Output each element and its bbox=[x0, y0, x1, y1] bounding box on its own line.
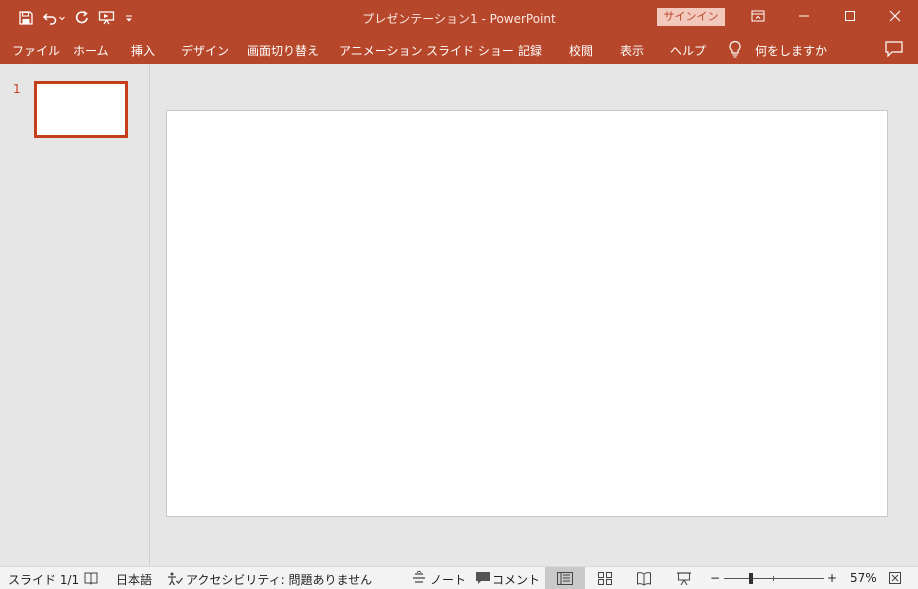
normal-view-icon bbox=[556, 571, 574, 589]
zoom-percentage[interactable]: 57% bbox=[850, 571, 877, 585]
zoom-slider-handle[interactable] bbox=[749, 573, 753, 584]
status-bar: スライド 1/1 日本語 アクセシビリティ: 問題ありません ノート コメント … bbox=[0, 566, 918, 589]
slide-canvas[interactable] bbox=[166, 110, 888, 517]
comments-button[interactable]: コメント bbox=[492, 571, 540, 588]
minimize-icon bbox=[798, 10, 810, 25]
maximize-icon bbox=[844, 10, 856, 25]
spelling-check-icon[interactable] bbox=[83, 571, 99, 589]
slide-thumbnail-number: 1 bbox=[13, 82, 21, 96]
fit-to-window-icon[interactable] bbox=[888, 571, 902, 589]
slide-show-icon[interactable] bbox=[676, 571, 692, 589]
tab-record[interactable]: 記録 bbox=[518, 42, 542, 59]
comments-status-icon bbox=[475, 571, 491, 589]
slide-thumbnail[interactable] bbox=[34, 81, 128, 138]
close-icon bbox=[889, 10, 901, 25]
slide-counter: スライド 1/1 bbox=[8, 573, 80, 587]
notes-button[interactable]: ノート bbox=[430, 571, 466, 588]
language-indicator[interactable]: 日本語 bbox=[116, 571, 152, 588]
close-button[interactable] bbox=[872, 0, 918, 34]
tab-insert[interactable]: 挿入 bbox=[131, 42, 155, 59]
zoom-in-button[interactable]: + bbox=[827, 571, 837, 585]
sign-in-button[interactable]: サインイン bbox=[657, 8, 725, 26]
notes-icon bbox=[412, 570, 426, 589]
ribbon-display-options-button[interactable] bbox=[735, 0, 781, 34]
tab-file[interactable]: ファイル bbox=[12, 42, 60, 59]
slide-sorter-icon[interactable] bbox=[597, 571, 613, 589]
tab-transitions[interactable]: 画面切り替え bbox=[247, 42, 319, 59]
tab-home[interactable]: ホーム bbox=[73, 42, 109, 59]
lightbulb-icon[interactable] bbox=[728, 40, 742, 61]
tab-design[interactable]: デザイン bbox=[181, 42, 229, 59]
minimize-button[interactable] bbox=[781, 0, 827, 34]
title-bar: プレゼンテーション1 - PowerPoint サインイン bbox=[0, 0, 918, 36]
tab-view[interactable]: 表示 bbox=[620, 42, 644, 59]
zoom-center-tick bbox=[773, 576, 774, 581]
tab-animations[interactable]: アニメーション bbox=[339, 42, 423, 59]
tab-review[interactable]: 校閲 bbox=[569, 42, 593, 59]
accessibility-status[interactable]: アクセシビリティ: 問題ありません bbox=[186, 571, 372, 588]
accessibility-icon[interactable] bbox=[166, 571, 184, 589]
maximize-button[interactable] bbox=[827, 0, 873, 34]
ribbon-display-options-icon bbox=[750, 9, 766, 26]
zoom-slider[interactable] bbox=[724, 578, 824, 579]
zoom-out-button[interactable]: − bbox=[710, 571, 720, 585]
tell-me-search[interactable]: 何をしますか bbox=[755, 42, 827, 59]
tab-help[interactable]: ヘルプ bbox=[670, 42, 706, 59]
slide-thumbnail-pane bbox=[0, 64, 150, 566]
comments-icon[interactable] bbox=[884, 40, 904, 61]
tab-slide-show[interactable]: スライド ショー bbox=[426, 42, 514, 59]
reading-view-icon[interactable] bbox=[636, 571, 652, 589]
